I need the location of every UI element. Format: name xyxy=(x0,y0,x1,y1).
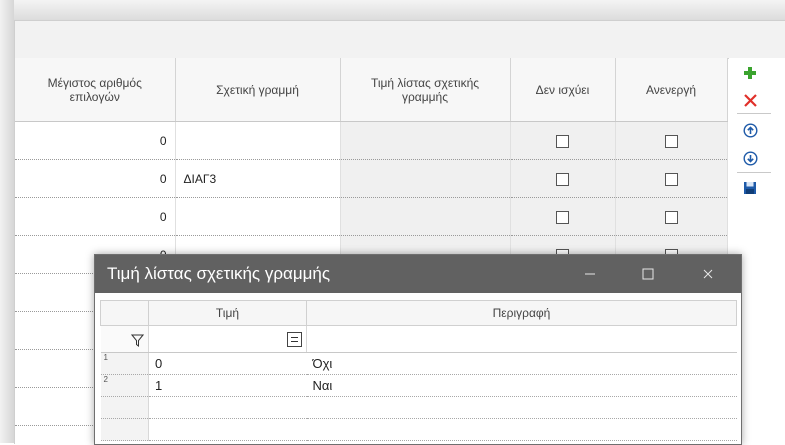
minimize-button[interactable] xyxy=(577,261,603,287)
inactive-checkbox[interactable] xyxy=(664,172,678,186)
row-number-header xyxy=(100,300,149,326)
dialog-title: Τιμή λίστας σχετικής γραμμής xyxy=(107,264,331,283)
column-header-value[interactable]: Τιμή xyxy=(148,300,307,326)
save-button[interactable] xyxy=(741,179,759,197)
not-applicable-checkbox[interactable] xyxy=(556,210,569,224)
delete-row-button[interactable] xyxy=(741,91,759,109)
plus-icon xyxy=(744,67,756,79)
description-cell[interactable]: Όχι xyxy=(306,352,737,375)
description-cell xyxy=(306,396,737,419)
related-list-value-cell[interactable] xyxy=(340,159,511,198)
add-row-button[interactable] xyxy=(741,64,759,82)
column-header-related-list-value[interactable]: Τιμή λίστας σχετικής γραμμής xyxy=(340,58,511,122)
close-icon xyxy=(703,269,713,279)
related-list-value-cell[interactable] xyxy=(340,197,511,236)
table-row xyxy=(100,418,737,441)
column-header-not-applicable[interactable]: Δεν ισχύει xyxy=(510,58,616,122)
max-choices-cell[interactable]: 0 xyxy=(15,121,176,160)
row-number: 2 xyxy=(100,374,149,397)
not-applicable-checkbox[interactable] xyxy=(556,172,569,186)
not-applicable-cell xyxy=(510,121,616,160)
row-number xyxy=(100,396,149,419)
inactive-cell xyxy=(615,197,728,236)
close-button[interactable] xyxy=(695,261,721,287)
inactive-cell xyxy=(615,159,728,198)
move-up-icon xyxy=(742,122,758,138)
column-header-related-line[interactable]: Σχετική γραμμή xyxy=(175,58,341,122)
maximize-icon xyxy=(642,268,654,280)
related-line-cell[interactable]: ΔΙΑΓ3 xyxy=(175,159,341,198)
value-cell[interactable]: 0 xyxy=(148,352,307,375)
column-header-max-choices[interactable]: Μέγιστος αριθμός επιλογών xyxy=(15,58,176,122)
description-cell xyxy=(306,418,737,441)
max-choices-cell[interactable]: 0 xyxy=(15,159,176,198)
related-list-value-cell[interactable] xyxy=(340,121,511,160)
dialog-header-row: Τιμή Περιγραφή xyxy=(100,300,737,326)
table-row[interactable]: 2 1 Ναι xyxy=(100,374,737,397)
save-icon xyxy=(744,182,756,194)
move-down-button[interactable] xyxy=(741,149,759,167)
background-shadow xyxy=(0,0,14,443)
background-shadow xyxy=(14,0,785,20)
filter-operator-button[interactable] xyxy=(287,332,302,348)
table-row[interactable]: 0 xyxy=(15,197,728,236)
filter-row xyxy=(100,325,737,353)
not-applicable-cell xyxy=(510,159,616,198)
toolbar-separator xyxy=(737,172,771,173)
maximize-button[interactable] xyxy=(635,261,661,287)
value-cell xyxy=(148,418,307,441)
minimize-icon xyxy=(585,273,595,275)
top-bar xyxy=(15,21,785,59)
description-filter-input[interactable] xyxy=(306,325,737,353)
description-cell[interactable]: Ναι xyxy=(306,374,737,397)
value-cell[interactable]: 1 xyxy=(148,374,307,397)
filter-icon[interactable] xyxy=(130,334,145,347)
dialog-grid: Τιμή Περιγραφή 1 0 Όχι 2 1 Ναι xyxy=(100,300,737,444)
not-applicable-checkbox[interactable] xyxy=(556,134,569,148)
value-filter-input[interactable] xyxy=(148,325,307,353)
max-choices-cell[interactable]: 0 xyxy=(15,197,176,236)
related-list-value-dialog: Τιμή λίστας σχετικής γραμμής Τιμή Περιγρ… xyxy=(94,254,742,445)
related-line-cell[interactable] xyxy=(175,121,341,160)
dialog-title-bar[interactable]: Τιμή λίστας σχετικής γραμμής xyxy=(95,255,741,293)
toolbar-separator xyxy=(737,113,771,114)
table-row[interactable]: 0 ΔΙΑΓ3 xyxy=(15,159,728,198)
filter-icon-cell xyxy=(100,325,149,353)
related-line-cell[interactable] xyxy=(175,197,341,236)
table-row[interactable]: 0 xyxy=(15,121,728,160)
delete-icon xyxy=(743,93,757,107)
column-header-inactive[interactable]: Ανενεργή xyxy=(615,58,728,122)
not-applicable-cell xyxy=(510,197,616,236)
value-cell xyxy=(148,396,307,419)
move-up-button[interactable] xyxy=(741,121,759,139)
inactive-cell xyxy=(615,121,728,160)
inactive-checkbox[interactable] xyxy=(664,134,678,148)
table-row[interactable]: 1 0 Όχι xyxy=(100,352,737,375)
grid-header-row: Μέγιστος αριθμός επιλογών Σχετική γραμμή… xyxy=(15,58,728,122)
row-number xyxy=(100,418,149,441)
row-number: 1 xyxy=(100,352,149,375)
move-down-icon xyxy=(742,150,758,166)
inactive-checkbox[interactable] xyxy=(664,210,678,224)
table-row xyxy=(100,396,737,419)
column-header-description[interactable]: Περιγραφή xyxy=(306,300,737,326)
